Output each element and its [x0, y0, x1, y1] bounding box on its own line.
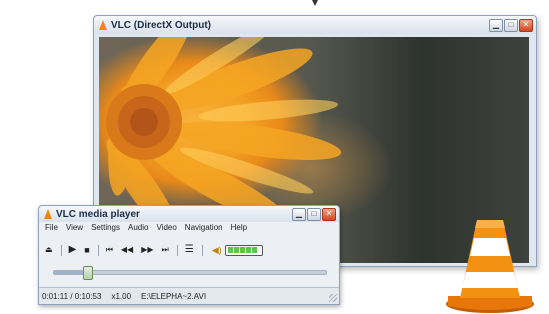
vlc-cone-icon [44, 209, 53, 219]
pointer-arrow-icon [312, 0, 318, 6]
maximize-button[interactable]: □ [504, 18, 518, 32]
rewind-icon[interactable]: ◀◀ [121, 243, 133, 257]
speaker-icon[interactable]: ◀) [212, 245, 222, 256]
vlc-cone-icon [99, 20, 108, 30]
separator [176, 244, 178, 256]
menu-settings[interactable]: Settings [91, 223, 120, 232]
close-button[interactable]: ✕ [322, 207, 336, 221]
separator [97, 244, 99, 256]
minimize-button[interactable]: ▁ [489, 18, 503, 32]
player-window: VLC media player ▁ □ ✕ File View Setting… [38, 205, 340, 305]
output-window-titlebar[interactable]: VLC (DirectX Output) ▁ □ ✕ [94, 16, 536, 34]
vlc-cone-logo [446, 220, 534, 313]
volume-bar [227, 247, 233, 253]
volume-bar [233, 247, 239, 253]
stop-icon[interactable]: ■ [84, 243, 89, 257]
resize-grip-icon[interactable] [329, 294, 337, 302]
volume-bar [245, 247, 251, 253]
player-window-titlebar[interactable]: VLC media player ▁ □ ✕ [39, 206, 339, 222]
eject-icon[interactable]: ⏏ [45, 243, 53, 257]
play-icon[interactable]: ▶ [69, 243, 77, 257]
menu-navigation[interactable]: Navigation [185, 223, 223, 232]
file-name: E:\ELEPHA~2.AVI [141, 291, 207, 301]
maximize-button[interactable]: □ [307, 207, 321, 221]
volume-slider[interactable] [224, 244, 263, 256]
menu-audio[interactable]: Audio [128, 223, 148, 232]
separator [60, 244, 62, 256]
fast-forward-icon[interactable]: ▶▶ [141, 243, 153, 257]
seek-bar[interactable] [53, 266, 327, 280]
close-button[interactable]: ✕ [519, 18, 533, 32]
menu-file[interactable]: File [45, 223, 58, 232]
menu-help[interactable]: Help [231, 223, 247, 232]
seek-handle[interactable] [82, 266, 93, 280]
skip-next-icon[interactable]: ⏭ [162, 243, 169, 257]
menu-view[interactable]: View [66, 223, 83, 232]
menu-video[interactable]: Video [156, 223, 176, 232]
control-bar: ⏏ ▶ ■ ⏮ ◀◀ ▶▶ ⏭ ☰ ◀) [45, 243, 333, 257]
output-window-title: VLC (DirectX Output) [111, 19, 211, 31]
skip-previous-icon[interactable]: ⏮ [106, 243, 113, 257]
volume-bar [251, 247, 257, 253]
player-window-title: VLC media player [56, 208, 140, 220]
separator [201, 244, 203, 256]
volume-bar [239, 247, 245, 253]
menu-bar: File View Settings Audio Video Navigatio… [45, 223, 247, 232]
minimize-button[interactable]: ▁ [292, 207, 306, 221]
time-display: 0:01:11 / 0:10:53 [42, 291, 102, 301]
status-bar: 0:01:11 / 0:10:53 x1.00 E:\ELEPHA~2.AVI [39, 287, 339, 304]
playlist-icon[interactable]: ☰ [185, 243, 194, 257]
seek-progress [54, 271, 87, 274]
playback-speed: x1.00 [111, 291, 132, 301]
flower-image [106, 37, 342, 227]
